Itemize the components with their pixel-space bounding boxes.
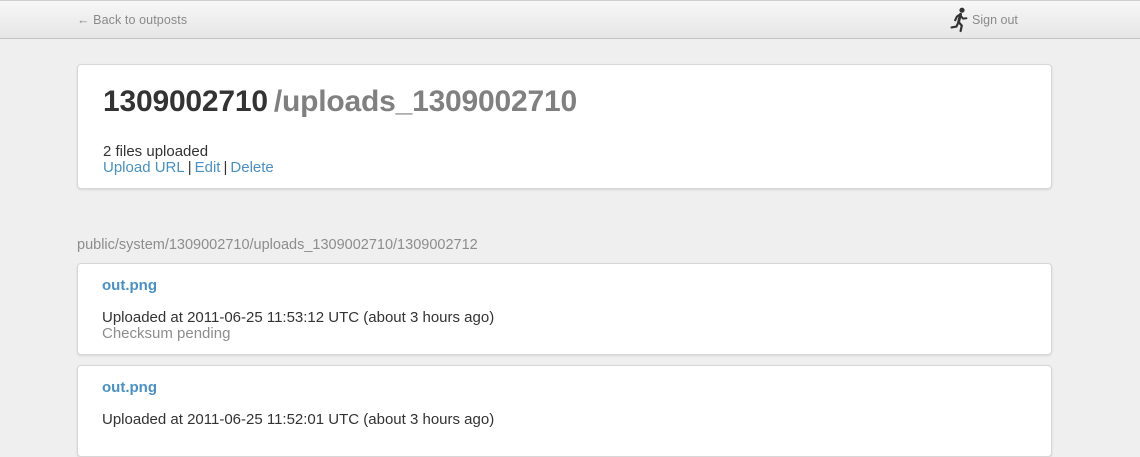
outpost-actions: Upload URL | Edit | Delete [103, 159, 274, 176]
edit-link[interactable]: Edit [195, 159, 221, 176]
outpost-header-card: 1309002710/uploads_1309002710 2 files up… [77, 64, 1052, 189]
sign-out-label: Sign out [972, 13, 1018, 27]
file-card: out.png Uploaded at 2011-06-25 11:53:12 … [77, 263, 1052, 355]
sign-out-link[interactable]: Sign out [948, 7, 1018, 33]
delete-link[interactable]: Delete [230, 159, 273, 176]
action-separator: | [223, 159, 228, 176]
top-navbar: ← Back to outposts Sign out [0, 0, 1140, 39]
page-title: 1309002710/uploads_1309002710 [103, 85, 577, 119]
file-checksum-status: Checksum pending [102, 325, 231, 342]
action-separator: | [187, 159, 192, 176]
files-count: 2 files uploaded [103, 143, 209, 160]
file-upload-time: Uploaded at 2011-06-25 11:53:12 UTC (abo… [102, 309, 495, 326]
running-man-icon [948, 7, 970, 33]
outpost-path: /uploads_1309002710 [273, 85, 577, 118]
file-card: out.png Uploaded at 2011-06-25 11:52:01 … [77, 365, 1052, 457]
back-to-outposts-link[interactable]: ← Back to outposts [77, 13, 187, 27]
outpost-id: 1309002710 [103, 85, 268, 118]
upload-url-link[interactable]: Upload URL [103, 159, 185, 176]
directory-path: public/system/1309002710/uploads_1309002… [77, 237, 478, 253]
file-name-link[interactable]: out.png [102, 277, 157, 294]
file-upload-time: Uploaded at 2011-06-25 11:52:01 UTC (abo… [102, 411, 495, 428]
file-name-link[interactable]: out.png [102, 379, 157, 396]
